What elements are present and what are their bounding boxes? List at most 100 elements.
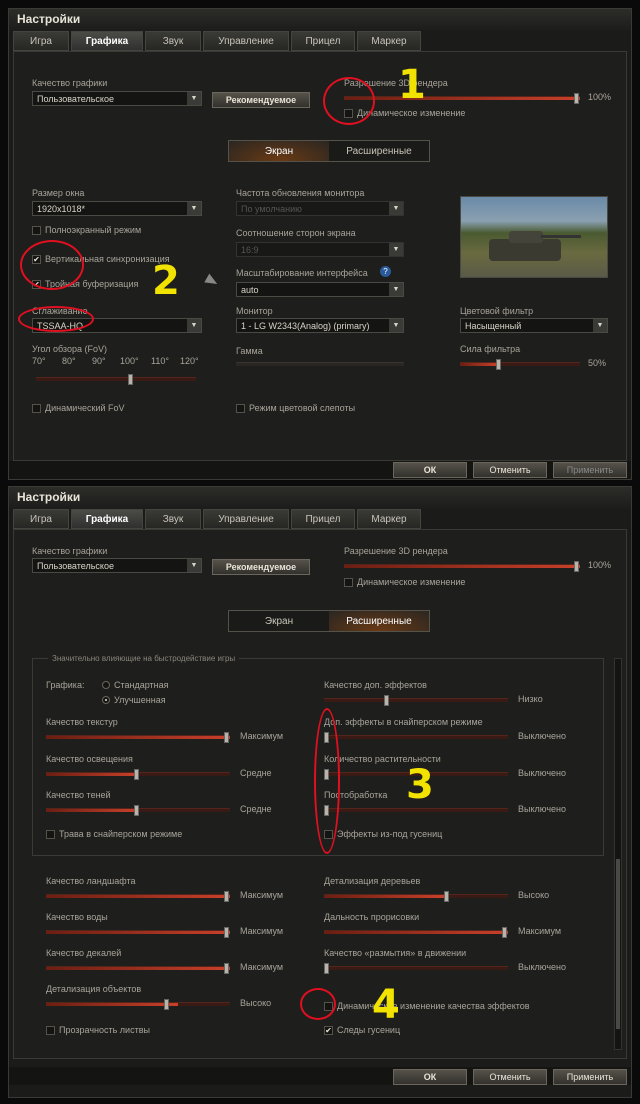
tab-sound[interactable]: Звук <box>145 509 201 529</box>
tab-controls[interactable]: Управление <box>203 31 289 51</box>
subtab-extended[interactable]: Расширенные <box>329 141 429 161</box>
slider-thumb[interactable] <box>574 561 579 572</box>
chevron-down-icon: ▼ <box>389 283 403 296</box>
slider-thumb[interactable] <box>502 927 507 938</box>
dynamic-change-checkbox[interactable] <box>344 578 353 587</box>
window-size-dropdown[interactable]: 1920x1018* ▼ <box>32 201 202 216</box>
recommended-button[interactable]: Рекомендуемое <box>212 92 310 108</box>
tank-turret <box>509 231 543 243</box>
scale-dropdown[interactable]: auto ▼ <box>236 282 404 297</box>
cancel-button[interactable]: Отменить <box>473 1069 547 1085</box>
foliage-transparency-label: Прозрачность листвы <box>59 1025 150 1035</box>
quality-dropdown[interactable]: Пользовательское ▼ <box>32 558 202 573</box>
ok-button[interactable]: ОК <box>393 1069 467 1085</box>
trees-slider[interactable] <box>324 891 508 902</box>
filter-strength-slider[interactable] <box>460 359 580 370</box>
recommended-button[interactable]: Рекомендуемое <box>212 559 310 575</box>
lighting-slider[interactable] <box>46 769 230 780</box>
aspect-dropdown[interactable]: 16:9 ▼ <box>236 242 404 257</box>
objects-slider[interactable] <box>46 999 230 1010</box>
slider-thumb[interactable] <box>224 891 229 902</box>
quality-value: Пользовательское <box>37 561 114 571</box>
tab-sight[interactable]: Прицел <box>291 31 355 51</box>
extra-fx-label: Качество доп. эффектов <box>324 680 427 690</box>
track-marks-checkbox[interactable]: ✔ <box>324 1026 333 1035</box>
improved-radio[interactable] <box>102 696 110 704</box>
res3d-slider[interactable] <box>344 561 580 572</box>
slider-thumb[interactable] <box>164 999 169 1010</box>
res3d-slider[interactable] <box>344 93 580 104</box>
tab-graphics[interactable]: Графика <box>71 509 143 529</box>
tab-graphics[interactable]: Графика <box>71 31 143 51</box>
apply-button[interactable]: Применить <box>553 1069 627 1085</box>
sniper-fx-slider[interactable] <box>324 732 508 743</box>
decals-slider[interactable] <box>46 963 230 974</box>
quality-label: Качество графики <box>32 78 108 88</box>
tab-game[interactable]: Игра <box>13 31 69 51</box>
colorblind-checkbox[interactable] <box>236 404 245 413</box>
cancel-button[interactable]: Отменить <box>473 462 547 478</box>
extra-fx-slider[interactable] <box>324 695 508 706</box>
tab-sound[interactable]: Звук <box>145 31 201 51</box>
slider-thumb[interactable] <box>224 927 229 938</box>
water-value: Максимум <box>240 926 284 936</box>
tab-controls[interactable]: Управление <box>203 509 289 529</box>
slider-thumb[interactable] <box>134 805 139 816</box>
monitor-dropdown[interactable]: 1 - LG W2343(Analog) (primary) ▼ <box>236 318 404 333</box>
apply-button[interactable]: Применить <box>553 462 627 478</box>
slider-thumb[interactable] <box>384 695 389 706</box>
gamma-slider[interactable] <box>236 362 404 366</box>
ok-button[interactable]: ОК <box>393 462 467 478</box>
standard-radio[interactable] <box>102 681 110 689</box>
monitor-value: 1 - LG W2343(Analog) (primary) <box>241 321 370 331</box>
refresh-dropdown[interactable]: По умолчанию ▼ <box>236 201 404 216</box>
slider-thumb[interactable] <box>224 732 229 743</box>
foliage-transparency-checkbox[interactable] <box>46 1026 55 1035</box>
slider-thumb[interactable] <box>574 93 579 104</box>
filter-dropdown[interactable]: Насыщенный ▼ <box>460 318 608 333</box>
dynamic-fov-checkbox[interactable] <box>32 404 41 413</box>
grass-sniper-checkbox[interactable] <box>46 830 55 839</box>
draw-distance-slider[interactable] <box>324 927 508 938</box>
tab-sight[interactable]: Прицел <box>291 509 355 529</box>
landscape-slider[interactable] <box>46 891 230 902</box>
postfx-slider[interactable] <box>324 805 508 816</box>
slider-thumb[interactable] <box>496 359 501 370</box>
fov-slider[interactable] <box>36 374 196 385</box>
window-size-label: Размер окна <box>32 188 85 198</box>
motion-blur-slider[interactable] <box>324 963 508 974</box>
window-size-value: 1920x1018* <box>37 204 86 214</box>
slider-thumb[interactable] <box>224 963 229 974</box>
subtab-screen[interactable]: Экран <box>229 141 329 161</box>
slider-thumb[interactable] <box>128 374 133 385</box>
chevron-down-icon: ▼ <box>187 202 201 215</box>
fullscreen-checkbox[interactable] <box>32 226 41 235</box>
tab-marker[interactable]: Маркер <box>357 509 421 529</box>
info-icon[interactable]: ? <box>380 266 391 277</box>
water-slider[interactable] <box>46 927 230 938</box>
slider-thumb[interactable] <box>444 891 449 902</box>
chevron-down-icon: ▼ <box>187 92 201 105</box>
trees-label: Детализация деревьев <box>324 876 421 886</box>
annotation-number-4: 4 <box>372 982 400 1028</box>
annotation-circle-2b <box>18 306 94 332</box>
scrollbar-thumb[interactable] <box>616 859 620 1029</box>
res3d-value: 100% <box>588 560 612 570</box>
slider-thumb[interactable] <box>134 769 139 780</box>
lighting-value: Средне <box>240 768 272 778</box>
slider-thumb[interactable] <box>324 963 329 974</box>
quality-dropdown[interactable]: Пользовательское ▼ <box>32 91 202 106</box>
textures-slider[interactable] <box>46 732 230 743</box>
subtab-extended[interactable]: Расширенные <box>329 611 429 631</box>
shadows-slider[interactable] <box>46 805 230 816</box>
gamma-label: Гамма <box>236 346 263 356</box>
dynamic-fx-label: Динамическое изменение качества эффектов <box>337 1001 530 1011</box>
window-title: Настройки <box>9 9 631 31</box>
shadows-value: Средне <box>240 804 272 814</box>
scrollbar[interactable] <box>614 658 622 1050</box>
decals-value: Максимум <box>240 962 284 972</box>
tab-game[interactable]: Игра <box>13 509 69 529</box>
draw-distance-label: Дальность прорисовки <box>324 912 420 922</box>
subtab-screen[interactable]: Экран <box>229 611 329 631</box>
tab-marker[interactable]: Маркер <box>357 31 421 51</box>
